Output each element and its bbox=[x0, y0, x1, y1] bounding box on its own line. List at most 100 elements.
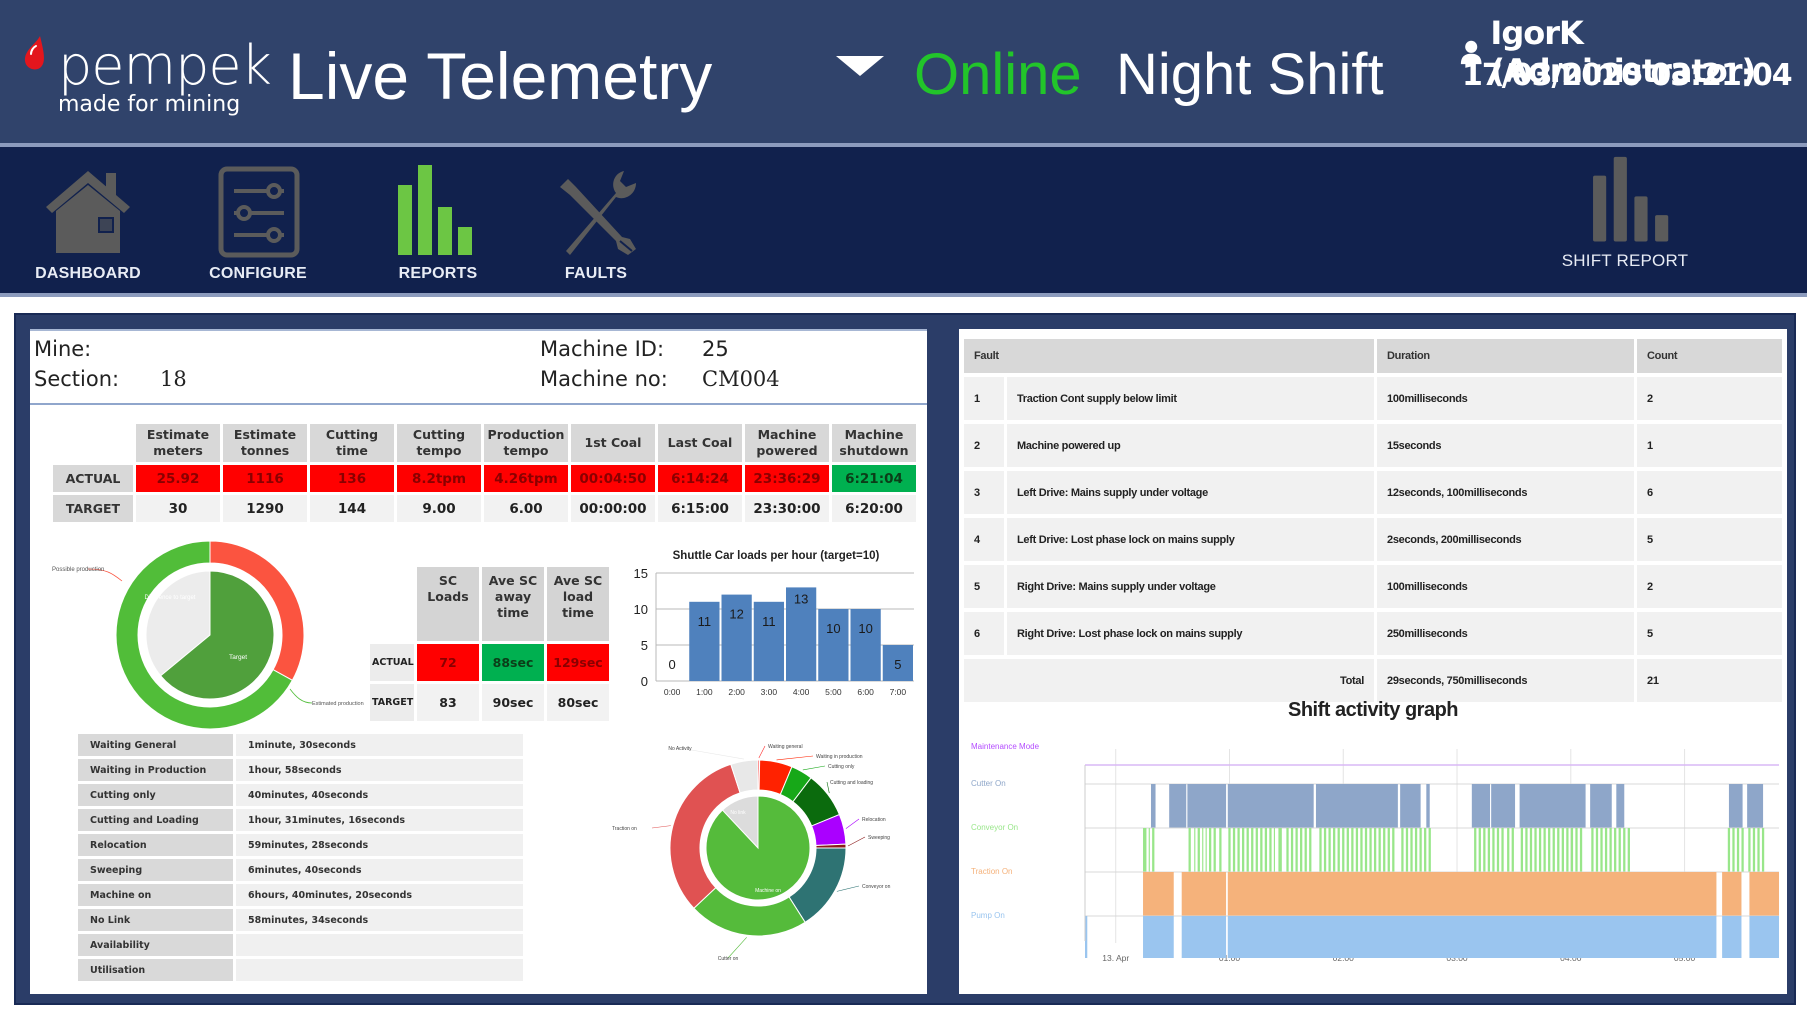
fault-row[interactable]: 2 Machine powered up 15seconds 1 bbox=[964, 424, 1782, 467]
series-label: Pump On bbox=[971, 911, 1005, 920]
brand-tagline: made for mining bbox=[58, 92, 241, 117]
activity-segment bbox=[1424, 828, 1427, 872]
activity-segment bbox=[1188, 828, 1191, 872]
duration-label: Utilisation bbox=[78, 959, 233, 981]
kpi-cell: 00:00:00 bbox=[571, 495, 655, 522]
activity-segment bbox=[1401, 828, 1404, 872]
fault-row[interactable]: 6 Right Drive: Lost phase lock on mains s… bbox=[964, 612, 1782, 655]
activity-segment bbox=[1552, 828, 1555, 872]
activity-segment bbox=[1205, 828, 1207, 872]
activity-slice-label: No Activity bbox=[668, 746, 692, 752]
sc-cell: 90sec bbox=[482, 684, 544, 721]
sc-header-row: SC Loads Ave SC away time Ave SC load time bbox=[370, 567, 609, 641]
possible-production-label: Possible production bbox=[52, 567, 104, 573]
activity-segment bbox=[1732, 828, 1735, 872]
activity-segment bbox=[1369, 828, 1372, 872]
x-tick-label: 0:00 bbox=[664, 687, 681, 697]
main-nav: DASHBOARD CONFIGURE REPORTS FAULTS SHIFT… bbox=[0, 143, 1807, 297]
x-tick-label: 7:00 bbox=[890, 687, 907, 697]
sc-cell: 72 bbox=[417, 644, 479, 681]
activity-segment bbox=[1428, 828, 1431, 872]
duration-row: Cutting only 40minutes, 40seconds bbox=[78, 784, 523, 806]
kpi-cell: 6:20:00 bbox=[832, 495, 916, 522]
activity-segment bbox=[1346, 828, 1349, 872]
fault-count: 2 bbox=[1634, 565, 1782, 608]
activity-segment bbox=[1286, 828, 1289, 872]
nav-label: CONFIGURE bbox=[209, 265, 307, 282]
activity-timeline-svg: 13. Apr01:0002:0003:0004:0005:0006:00Mai… bbox=[971, 742, 1779, 963]
nav-configure[interactable]: CONFIGURE bbox=[206, 147, 310, 293]
kpi-row-actual: ACTUAL 25.92 1116 136 8.2tpm 4.26tpm 00:04:50 6… bbox=[53, 465, 916, 492]
fault-row[interactable]: 1 Traction Cont supply below limit 100mill… bbox=[964, 377, 1782, 420]
nav-label: DASHBOARD bbox=[35, 265, 141, 282]
fault-duration: 100milliseconds bbox=[1374, 377, 1634, 420]
activity-segment bbox=[1561, 828, 1564, 872]
sc-col-header: Ave SC load time bbox=[547, 567, 609, 641]
activity-segment bbox=[1143, 916, 1174, 958]
activity-segment bbox=[1227, 916, 1717, 958]
activity-segment bbox=[1319, 828, 1322, 872]
activity-segment bbox=[1519, 784, 1586, 828]
duration-value: 6minutes, 40seconds bbox=[233, 859, 523, 881]
nav-shift-report[interactable]: SHIFT REPORT bbox=[1560, 147, 1690, 293]
bar-value-label: 10 bbox=[858, 621, 872, 636]
bar-value-label: 0 bbox=[669, 657, 676, 672]
header-bar: pempek made for mining Live Telemetry On… bbox=[0, 0, 1807, 143]
pempek-logo: pempek made for mining bbox=[18, 32, 272, 122]
nav-label: REPORTS bbox=[398, 265, 478, 282]
activity-segment bbox=[1255, 828, 1258, 872]
duration-value bbox=[233, 934, 523, 956]
activity-segment bbox=[1232, 828, 1236, 872]
nav-reports[interactable]: REPORTS bbox=[386, 147, 490, 293]
fault-count: 5 bbox=[1634, 518, 1782, 561]
activity-segment bbox=[1328, 828, 1331, 872]
fault-count: 2 bbox=[1634, 377, 1782, 420]
activity-segment bbox=[1575, 828, 1578, 872]
time-tick-label: 13. Apr bbox=[1102, 953, 1129, 963]
activity-segment bbox=[1496, 828, 1500, 872]
sc-row-label: ACTUAL bbox=[370, 644, 414, 681]
activity-segment bbox=[1728, 784, 1743, 828]
duration-value: 6hours, 40minutes, 20seconds bbox=[233, 884, 523, 906]
duration-label: Machine on bbox=[78, 884, 233, 906]
activity-segment bbox=[1410, 828, 1413, 872]
kpi-cell: 30 bbox=[136, 495, 220, 522]
nav-faults[interactable]: FAULTS bbox=[544, 147, 648, 293]
activity-slice-label: Cutter on bbox=[718, 956, 739, 962]
activity-segment bbox=[1187, 784, 1227, 828]
fault-duration: 100milliseconds bbox=[1374, 565, 1634, 608]
production-donut-chart: Difference to target Target Possible produ… bbox=[52, 540, 364, 730]
activity-segment bbox=[1278, 828, 1282, 872]
kpi-cell: 6:14:24 bbox=[658, 465, 742, 492]
fault-row[interactable]: 4 Left Drive: Lost phase lock on mains su… bbox=[964, 518, 1782, 561]
kpi-cell: 4.26tpm bbox=[484, 465, 568, 492]
fault-row[interactable]: 3 Left Drive: Mains supply under voltage 1… bbox=[964, 471, 1782, 514]
duration-row: Machine on 6hours, 40minutes, 20seconds bbox=[78, 884, 523, 906]
faults-panel: Fault Duration Count 1 Traction Cont supp… bbox=[959, 329, 1787, 994]
fault-duration: 2seconds, 200milliseconds bbox=[1374, 518, 1634, 561]
section-value: 18 bbox=[160, 367, 187, 391]
activity-segment bbox=[1520, 828, 1524, 872]
duration-row: Utilisation bbox=[78, 959, 523, 981]
machine-report-panel: Mine: Section: 18 Machine ID: 25 Machine… bbox=[30, 329, 927, 994]
kpi-cell: 23:36:29 bbox=[745, 465, 829, 492]
activity-segment bbox=[1150, 784, 1156, 828]
kpi-col-header: Estimate meters bbox=[136, 424, 220, 462]
kpi-col-header: Production tempo bbox=[484, 424, 568, 462]
fault-number: 6 bbox=[964, 612, 1004, 655]
activity-segment bbox=[1219, 828, 1222, 872]
nav-dashboard[interactable]: DASHBOARD bbox=[35, 147, 141, 293]
bar-value-label: 10 bbox=[826, 621, 840, 636]
sc-cell: 83 bbox=[417, 684, 479, 721]
fault-description: Right Drive: Lost phase lock on mains su… bbox=[1004, 612, 1374, 655]
fault-number: 2 bbox=[964, 424, 1004, 467]
estimated-production-label: Estimated production bbox=[312, 701, 364, 707]
activity-segment bbox=[1623, 828, 1626, 872]
activity-segment bbox=[1478, 828, 1481, 872]
fault-row[interactable]: 5 Right Drive: Mains supply under voltage… bbox=[964, 565, 1782, 608]
kpi-row-label: TARGET bbox=[53, 495, 133, 522]
status-dropdown-caret-icon[interactable] bbox=[836, 56, 884, 76]
kpi-cell: 9.00 bbox=[397, 495, 481, 522]
activity-slice-label: Waiting in production bbox=[816, 754, 863, 760]
activity-segment bbox=[1600, 828, 1603, 872]
